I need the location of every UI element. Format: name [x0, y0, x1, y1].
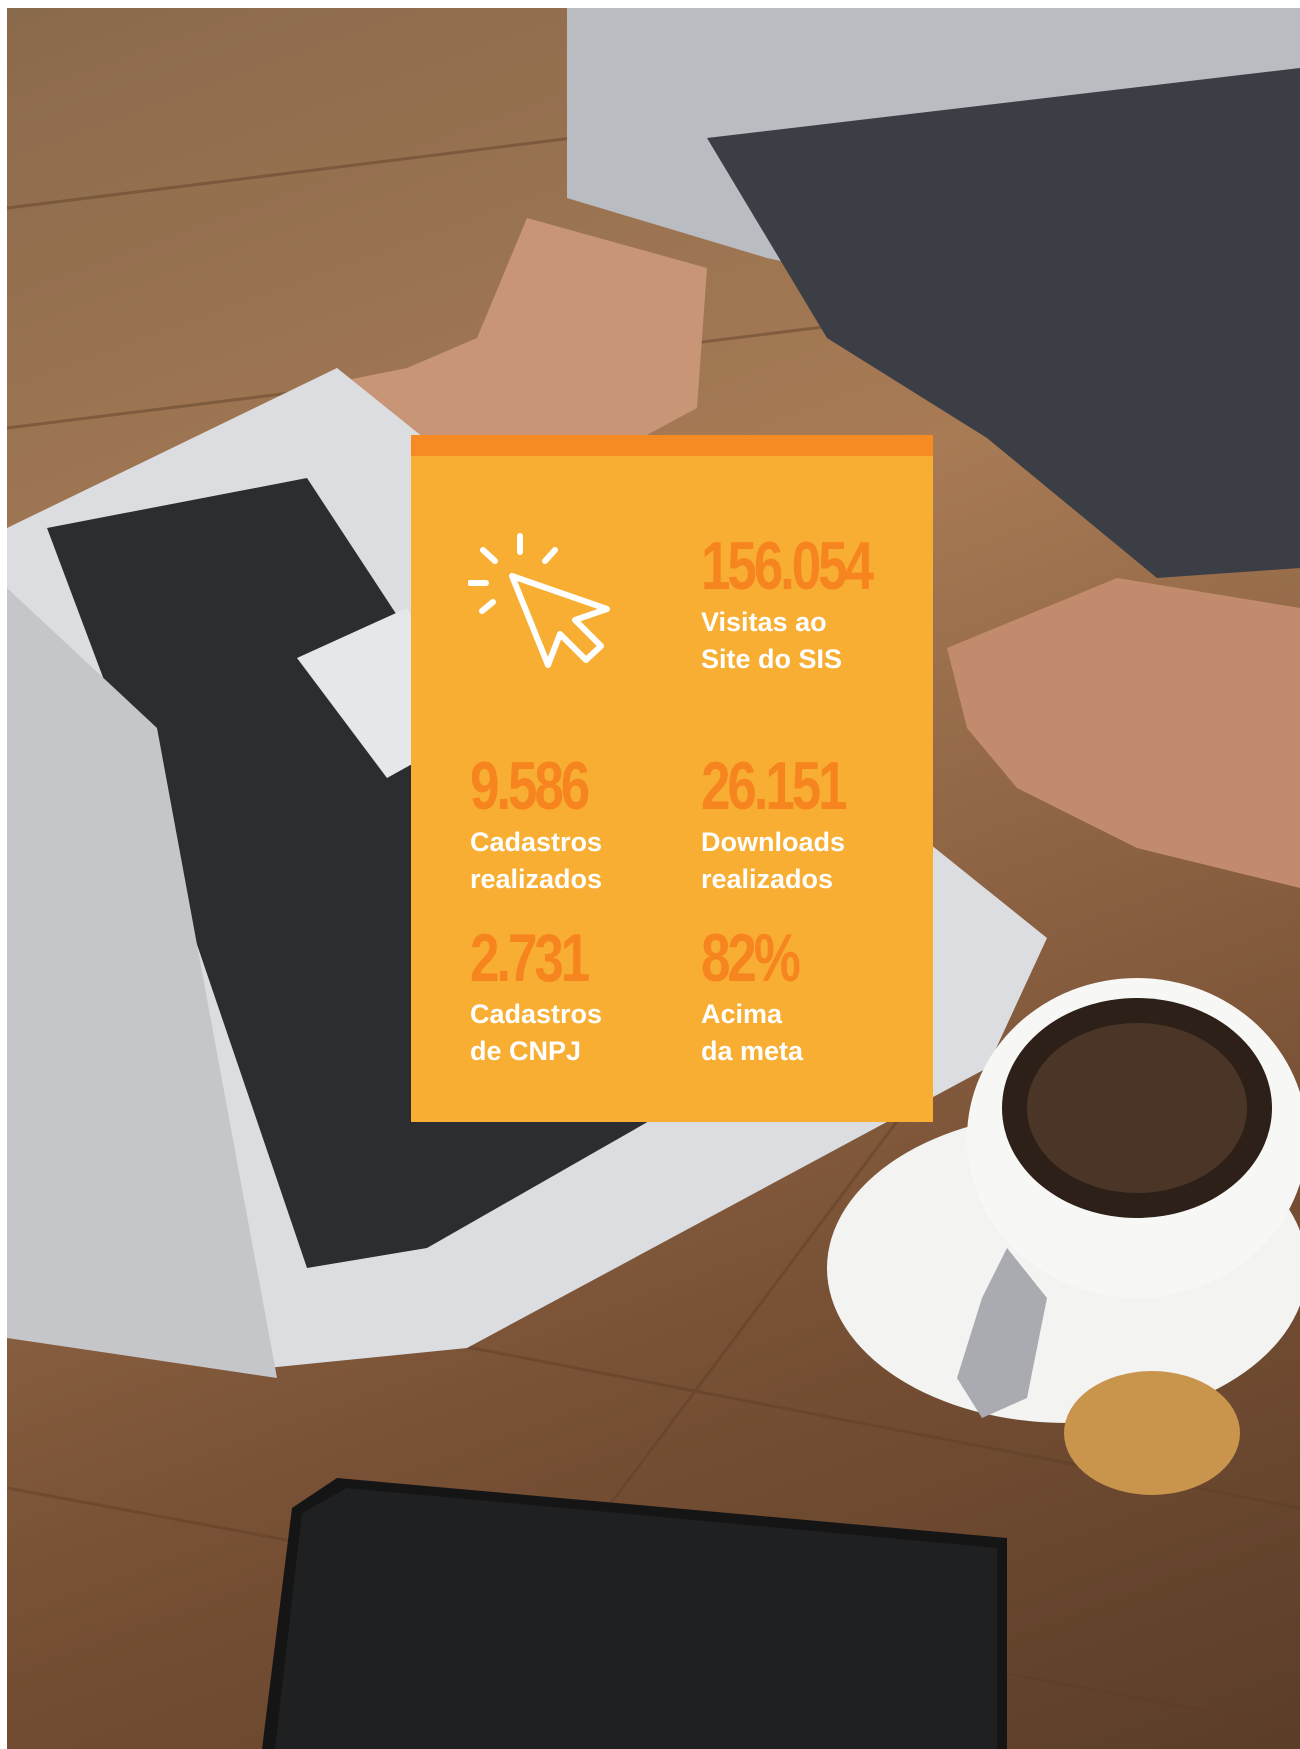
- stat-value: 82%: [701, 920, 801, 996]
- stat-value: 9.586: [470, 748, 590, 824]
- stat-label: Cadastros realizados: [470, 824, 620, 898]
- stat-label-line: Site do SIS: [701, 644, 843, 674]
- stat-label-line: realizados: [701, 864, 834, 894]
- stat-cnpj-registrations: 2.731 Cadastros de CNPJ: [470, 924, 620, 1070]
- card-accent-bar: [411, 435, 933, 456]
- stat-label-line: Visitas ao: [701, 607, 827, 637]
- stat-label-line: da meta: [701, 1036, 804, 1066]
- stat-label-line: Cadastros: [470, 999, 603, 1029]
- stat-label-line: Cadastros: [470, 827, 603, 857]
- stat-value: 156.054: [701, 528, 874, 604]
- stat-label-line: Acima: [701, 999, 783, 1029]
- stat-registrations: 9.586 Cadastros realizados: [470, 752, 620, 898]
- stats-card: 156.054 Visitas ao Site do SIS 9.586 Cad…: [411, 435, 933, 1122]
- stat-label-line: Downloads: [701, 827, 846, 857]
- stat-label-line: realizados: [470, 864, 603, 894]
- stat-label: Acima da meta: [701, 996, 825, 1070]
- stat-value: 2.731: [470, 920, 590, 996]
- stat-value: 26.151: [701, 748, 848, 824]
- stat-label: Downloads realizados: [701, 824, 885, 898]
- stat-downloads: 26.151 Downloads realizados: [701, 752, 885, 898]
- stat-label: Cadastros de CNPJ: [470, 996, 620, 1070]
- click-cursor-icon: [467, 532, 628, 682]
- stat-visits: 156.054 Visitas ao Site do SIS: [701, 532, 919, 678]
- stat-label: Visitas ao Site do SIS: [701, 604, 919, 678]
- stat-above-target: 82% Acima da meta: [701, 924, 825, 1070]
- stat-label-line: de CNPJ: [470, 1036, 582, 1066]
